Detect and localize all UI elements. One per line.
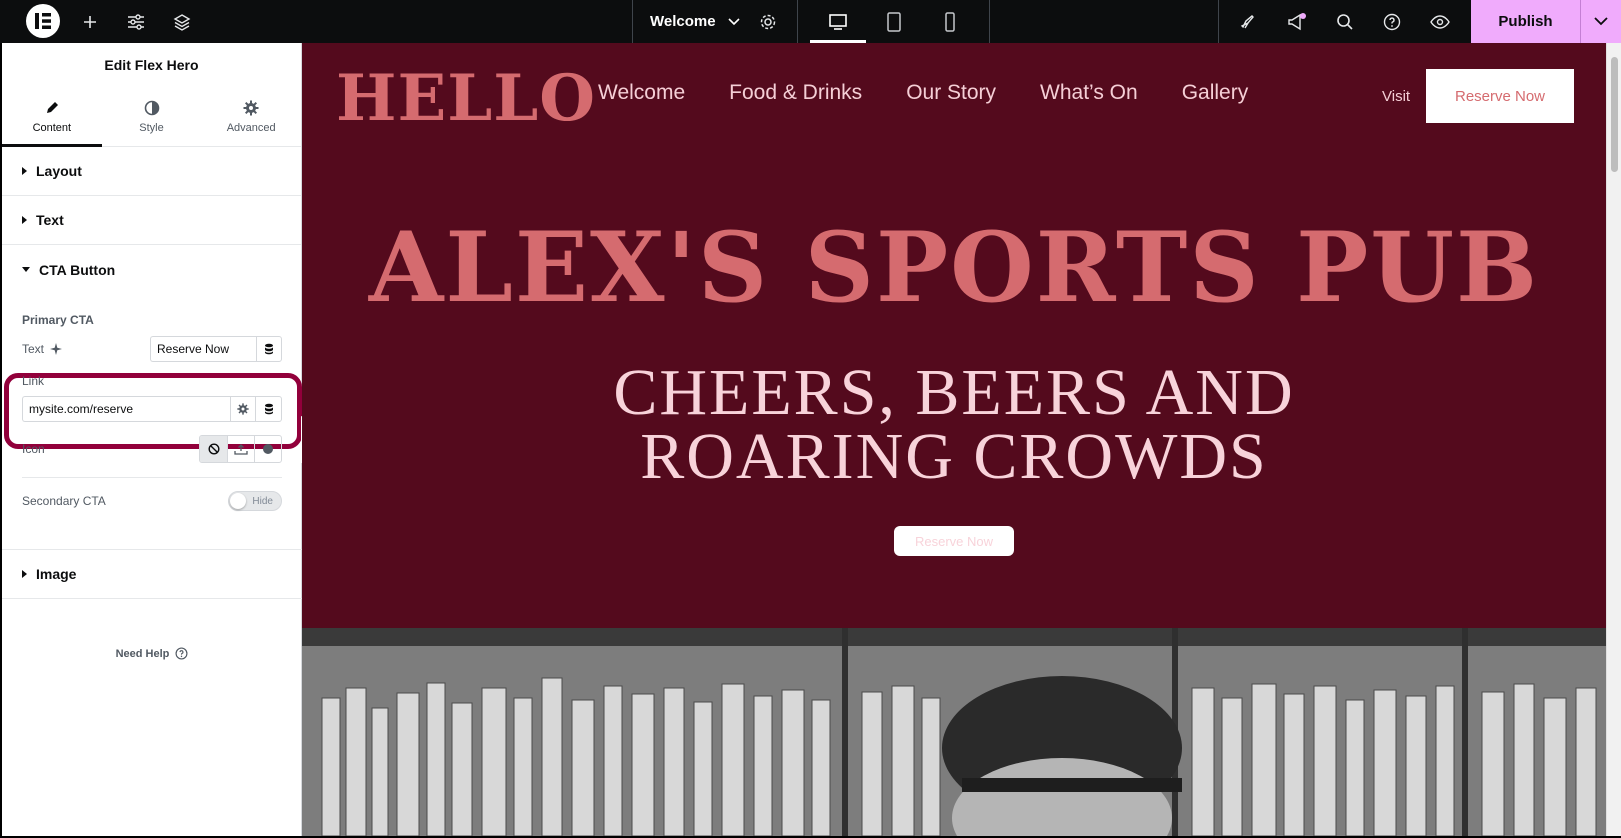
search-icon[interactable]: [1333, 0, 1357, 43]
nav-item-welcome[interactable]: Welcome: [598, 81, 685, 105]
editor-panel: Edit Flex Hero Content Style Advanced La…: [2, 43, 302, 836]
cta-text-row: Text Reserve Now: [22, 334, 282, 364]
panel-title: Edit Flex Hero: [104, 57, 199, 73]
tab-label: Style: [139, 121, 164, 134]
no-icon-icon[interactable]: [200, 436, 227, 462]
tab-label: Content: [32, 121, 72, 134]
chevron-down-icon: [728, 17, 740, 25]
icon-row: Icon: [22, 435, 282, 463]
hero-title[interactable]: ALEX'S SPORTS PUB: [302, 211, 1606, 324]
primary-cta-heading: Primary CTA: [22, 313, 94, 327]
section-label: Layout: [36, 163, 82, 179]
section-layout[interactable]: Layout: [2, 147, 301, 196]
whats-new-megaphone-icon[interactable]: [1285, 0, 1309, 43]
publish-button[interactable]: Publish: [1471, 0, 1580, 43]
mobile-view-icon[interactable]: [938, 0, 962, 43]
canvas-scrollbar[interactable]: [1606, 43, 1621, 836]
tab-style[interactable]: Style: [102, 87, 202, 146]
link-options-gear-icon[interactable]: [230, 396, 256, 422]
reserve-now-hero-button[interactable]: Reserve Now: [894, 526, 1014, 556]
caret-down-icon: [22, 267, 30, 272]
page-name: Welcome: [650, 13, 716, 30]
site-settings-icon[interactable]: [124, 0, 148, 43]
pencil-icon: [46, 101, 58, 113]
help-icon[interactable]: [1380, 0, 1404, 43]
half-circle-icon: [144, 100, 159, 115]
bar-shelves-image: [302, 628, 1606, 836]
link-input-row: mysite.com/reserve: [22, 395, 282, 423]
section-label: Text: [36, 212, 64, 228]
ai-sparkle-icon[interactable]: [50, 343, 63, 355]
elementor-logo-icon[interactable]: [26, 4, 60, 38]
panel-tabs: Content Style Advanced: [2, 87, 301, 147]
link-field-label: Link: [22, 374, 45, 388]
gear-icon: [243, 100, 259, 115]
tab-advanced[interactable]: Advanced: [201, 87, 301, 146]
nav-item-whats-on[interactable]: What’s On: [1040, 81, 1138, 105]
reserve-now-header-button[interactable]: Reserve Now: [1426, 69, 1574, 123]
text-field-label: Text: [22, 342, 45, 356]
cta-text-input[interactable]: Reserve Now: [150, 336, 256, 362]
site-logo[interactable]: HELLO: [336, 61, 596, 136]
section-cta-button[interactable]: CTA Button: [2, 245, 301, 294]
publish-options-button[interactable]: [1580, 0, 1621, 43]
dynamic-tags-icon[interactable]: [256, 396, 282, 422]
upload-icon[interactable]: [227, 436, 254, 462]
preview-canvas[interactable]: HELLO Welcome Food & Drinks Our Story Wh…: [302, 43, 1606, 836]
tab-label: Advanced: [226, 121, 276, 134]
hero-bar-photo: [302, 628, 1606, 836]
help-circle-icon: [175, 647, 188, 660]
divider: [632, 0, 633, 43]
secondary-cta-row: Secondary CTA Hide: [22, 489, 282, 513]
secondary-cta-toggle[interactable]: Hide: [228, 491, 282, 511]
nav-item-our-story[interactable]: Our Story: [906, 81, 996, 105]
divider: [22, 477, 282, 478]
add-element-icon[interactable]: [78, 0, 102, 43]
section-image[interactable]: Image: [2, 550, 302, 599]
secondary-cta-label: Secondary CTA: [22, 494, 106, 508]
scrollbar-thumb[interactable]: [1611, 57, 1618, 172]
icon-field-label: Icon: [22, 442, 45, 456]
caret-right-icon: [22, 216, 27, 224]
chevron-down-icon: [1594, 17, 1608, 26]
page-select[interactable]: Welcome: [650, 0, 740, 43]
divider: [797, 0, 798, 43]
caret-right-icon: [22, 167, 27, 175]
need-help-label: Need Help: [115, 647, 170, 660]
section-label: Image: [36, 566, 77, 582]
visit-link[interactable]: Visit: [1382, 88, 1410, 105]
divider: [1218, 0, 1219, 43]
preview-eye-icon[interactable]: [1428, 0, 1452, 43]
need-help-link[interactable]: Need Help: [2, 647, 302, 660]
link-url-input[interactable]: mysite.com/reserve: [22, 396, 230, 422]
caret-right-icon: [22, 570, 27, 578]
nav-item-food-drinks[interactable]: Food & Drinks: [729, 81, 862, 105]
hero-subtitle[interactable]: CHEERS, BEERS AND ROARING CROWDS: [452, 360, 1456, 490]
page-settings-gear-icon[interactable]: [756, 0, 780, 43]
tab-content[interactable]: Content: [2, 87, 102, 147]
icon-choice-group: [199, 435, 282, 463]
top-bar: Welcome Publish: [0, 0, 1621, 43]
section-text[interactable]: Text: [2, 196, 301, 245]
tablet-view-icon[interactable]: [882, 0, 906, 43]
icon-library-icon[interactable]: [254, 436, 281, 462]
dynamic-tags-icon[interactable]: [256, 336, 282, 362]
nav-item-gallery[interactable]: Gallery: [1182, 81, 1249, 105]
toggle-label: Hide: [252, 495, 273, 507]
divider: [989, 0, 990, 43]
site-nav: Welcome Food & Drinks Our Story What’s O…: [598, 81, 1248, 105]
desktop-view-icon[interactable]: [826, 0, 850, 43]
launchpad-rocket-icon[interactable]: [1236, 0, 1260, 43]
section-label: CTA Button: [39, 261, 116, 278]
link-label-row: Link: [22, 372, 282, 390]
structure-layers-icon[interactable]: [170, 0, 194, 43]
